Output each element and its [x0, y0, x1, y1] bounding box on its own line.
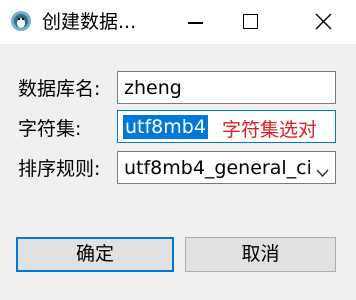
collation-dropdown[interactable]: utf8mb4_general_ci: [117, 151, 336, 184]
window-title: 创建数据...: [42, 11, 137, 33]
collation-value: utf8mb4_general_ci: [124, 157, 310, 179]
minimize-icon: [188, 22, 203, 24]
annotation-text: 字符集选对: [222, 119, 318, 141]
database-name-value: zheng: [124, 77, 182, 99]
maximize-icon: [243, 14, 258, 29]
close-button[interactable]: [300, 0, 346, 44]
chevron-down-icon: [316, 163, 329, 182]
cancel-button[interactable]: 取消: [185, 237, 336, 272]
create-database-dialog: 创建数据... 数据库名: zheng 字符集: utf8mb4 字符集选对 排…: [0, 0, 356, 300]
minimize-button[interactable]: [172, 0, 218, 44]
maximize-button[interactable]: [226, 0, 272, 44]
ok-button[interactable]: 确定: [16, 237, 174, 272]
database-name-label: 数据库名:: [18, 78, 101, 100]
charset-selected-text: utf8mb4: [123, 115, 208, 139]
collation-label: 排序规则:: [18, 158, 101, 180]
close-icon: [315, 13, 332, 30]
charset-label: 字符集:: [18, 118, 82, 140]
database-name-input[interactable]: zheng: [117, 71, 336, 104]
app-logo-icon: [10, 10, 32, 32]
title-bar[interactable]: 创建数据...: [0, 0, 356, 44]
